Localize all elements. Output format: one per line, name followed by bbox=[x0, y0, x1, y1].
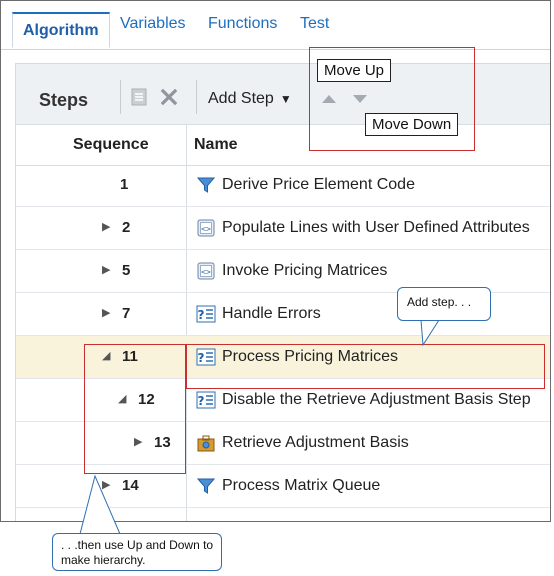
step-name[interactable]: Handle Errors bbox=[222, 305, 321, 323]
hierarchy-note: . . .then use Up and Down to make hierar… bbox=[61, 538, 214, 567]
column-header-name[interactable]: Name bbox=[194, 136, 238, 154]
table-row[interactable]: ▶ 13 Retrieve Adjustment Basis bbox=[16, 422, 550, 465]
toolbar-divider bbox=[196, 80, 197, 114]
svg-text:?: ? bbox=[198, 351, 205, 365]
condition-icon: ? bbox=[196, 347, 216, 367]
code-block-icon: <> bbox=[196, 218, 216, 238]
step-name[interactable]: Disable the Retrieve Adjustment Basis St… bbox=[222, 391, 531, 409]
collapse-triangle-icon[interactable]: ◢ bbox=[102, 349, 110, 362]
document-icon[interactable] bbox=[129, 87, 149, 107]
add-step-bubble: Add step. . . bbox=[397, 287, 491, 321]
add-step-label: Add Step bbox=[208, 90, 274, 107]
steps-toolbar: Steps Add Step ▼ bbox=[16, 64, 550, 124]
sequence-number: 13 bbox=[154, 434, 171, 451]
add-step-note: Add step. . . bbox=[407, 295, 472, 309]
sequence-number: 12 bbox=[138, 391, 155, 408]
table-row[interactable]: ◢ 12? Disable the Retrieve Adjustment Basi… bbox=[16, 379, 550, 422]
svg-text:?: ? bbox=[198, 308, 205, 322]
tab-variables[interactable]: Variables bbox=[120, 15, 186, 33]
expand-triangle-icon[interactable]: ▶ bbox=[102, 306, 110, 319]
move-up-arrow-icon[interactable] bbox=[321, 94, 337, 104]
move-down-arrow-icon[interactable] bbox=[352, 94, 368, 104]
steps-title: Steps bbox=[39, 90, 89, 110]
delete-x-icon[interactable] bbox=[159, 87, 179, 107]
expand-triangle-icon[interactable]: ▶ bbox=[102, 220, 110, 233]
tab-bar: Algorithm Variables Functions Test bbox=[1, 1, 550, 50]
condition-icon: ? bbox=[196, 390, 216, 410]
sequence-number: 2 bbox=[122, 219, 131, 236]
move-down-callout: Move Down bbox=[365, 113, 459, 136]
step-name[interactable]: Invoke Pricing Matrices bbox=[222, 262, 387, 280]
add-step-menu[interactable]: Add Step ▼ bbox=[208, 90, 292, 108]
hierarchy-bubble: . . .then use Up and Down to make hierar… bbox=[52, 533, 222, 571]
tab-test[interactable]: Test bbox=[300, 15, 329, 33]
toolbar-divider bbox=[120, 80, 121, 114]
expand-triangle-icon[interactable]: ▶ bbox=[134, 435, 142, 448]
tab-functions[interactable]: Functions bbox=[208, 15, 277, 33]
condition-icon: ? bbox=[196, 304, 216, 324]
funnel-icon bbox=[196, 175, 216, 195]
pricing-algorithm-window: Algorithm Variables Functions Test Steps… bbox=[0, 0, 551, 522]
tab-algorithm[interactable]: Algorithm bbox=[12, 12, 110, 48]
column-header-sequence[interactable]: Sequence bbox=[73, 136, 149, 154]
sequence-number: 1 bbox=[120, 176, 129, 193]
collapse-triangle-icon[interactable]: ◢ bbox=[118, 392, 126, 405]
move-up-callout: Move Up bbox=[317, 59, 392, 82]
database-icon bbox=[196, 433, 216, 453]
table-row[interactable]: 1 Derive Price Element Code bbox=[16, 164, 550, 207]
hierarchy-bubble-tail bbox=[79, 474, 121, 535]
code-block-icon: <> bbox=[196, 261, 216, 281]
caret-down-icon: ▼ bbox=[279, 92, 292, 106]
svg-text:<>: <> bbox=[201, 268, 211, 277]
table-header: Sequence Name bbox=[16, 124, 550, 166]
expand-triangle-icon[interactable]: ▶ bbox=[102, 263, 110, 276]
step-name[interactable]: Derive Price Element Code bbox=[222, 176, 415, 194]
table-row[interactable]: ▶ 2 <> Populate Lines with User Defined Att… bbox=[16, 207, 550, 250]
sequence-number: 11 bbox=[122, 348, 138, 365]
svg-text:<>: <> bbox=[201, 225, 211, 234]
svg-text:?: ? bbox=[198, 394, 205, 408]
sequence-number: 7 bbox=[122, 305, 131, 322]
step-name[interactable]: Process Pricing Matrices bbox=[222, 348, 398, 366]
step-name[interactable]: Process Matrix Queue bbox=[222, 477, 380, 495]
step-name[interactable]: Populate Lines with User Defined Attribu… bbox=[222, 219, 530, 237]
step-name[interactable]: Retrieve Adjustment Basis bbox=[222, 434, 409, 452]
sequence-number: 5 bbox=[122, 262, 131, 279]
